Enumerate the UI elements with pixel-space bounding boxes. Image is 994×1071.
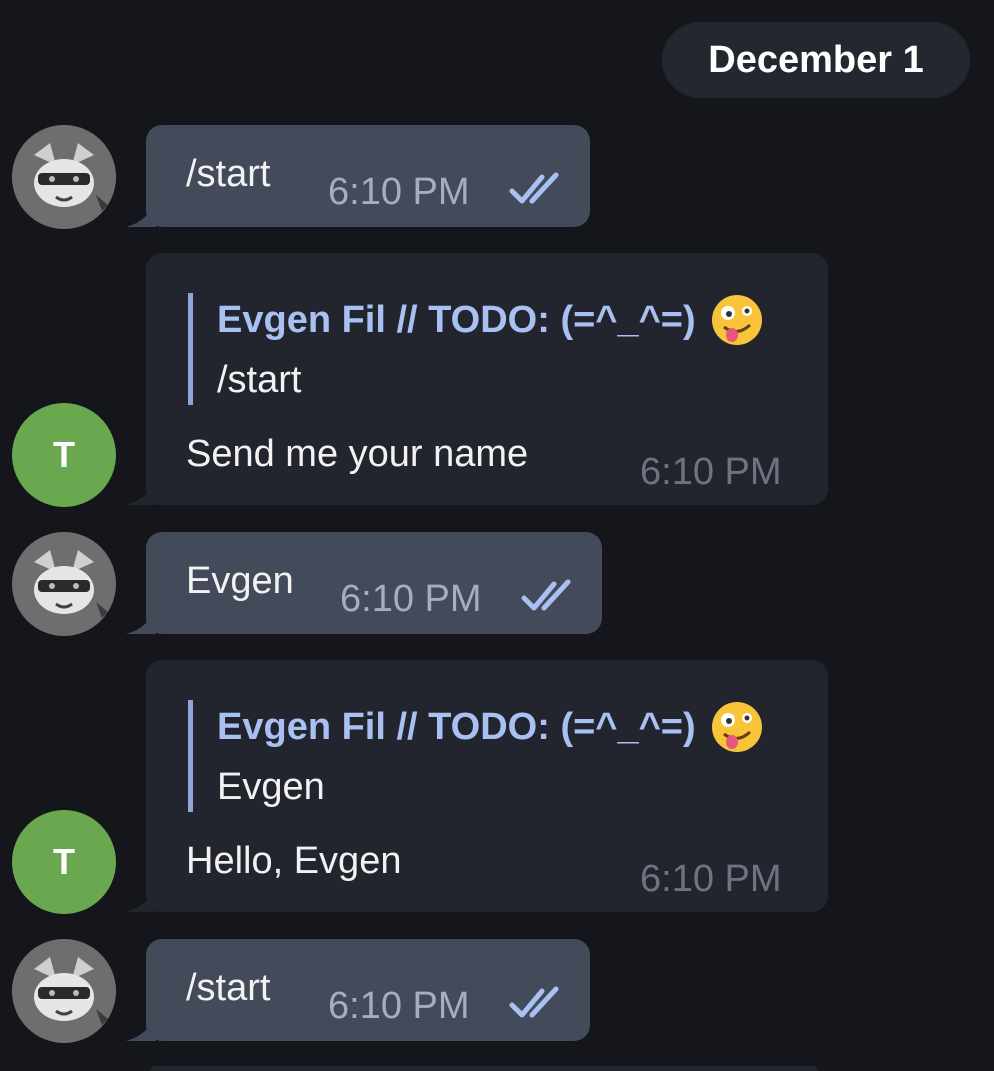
message-text: Evgen (186, 560, 294, 602)
user-avatar[interactable] (12, 939, 116, 1043)
reply-author-name: Evgen Fil // TODO: (=^_^=) (217, 298, 696, 341)
double-check-icon (509, 986, 559, 1018)
reply-author: Evgen Fil // TODO: (=^_^=) (217, 293, 764, 347)
zany-face-emoji (711, 295, 762, 345)
message-bubble[interactable]: /start 6:10 PM (146, 939, 590, 1041)
message-incoming[interactable]: T Evgen Fil // TODO: (=^_^=) /start Send… (0, 253, 994, 507)
reply-text: /start (217, 359, 302, 401)
double-check-icon (521, 579, 571, 611)
reply-quote[interactable]: Evgen Fil // TODO: (=^_^=) /start (188, 293, 764, 405)
message-text: /start (186, 967, 271, 1009)
message-text: Hello, Evgen (186, 840, 402, 882)
message-bubble[interactable]: /start 6:10 PM (146, 125, 590, 227)
message-time: 6:10 PM (640, 858, 782, 900)
message-text: /start (186, 153, 271, 195)
message-bubble[interactable]: Evgen Fil // TODO: (=^_^=) /start Send m… (146, 253, 828, 505)
message-time: 6:10 PM (328, 171, 470, 213)
reply-author: Evgen Fil // TODO: (=^_^=) (217, 700, 764, 754)
user-avatar[interactable] (12, 532, 116, 636)
message-incoming[interactable]: T Evgen Fil // TODO: (=^_^=) Evgen Hello… (0, 660, 994, 914)
message-outgoing[interactable]: /start 6:10 PM (0, 125, 994, 229)
message-bubble[interactable]: Evgen 6:10 PM (146, 532, 602, 634)
message-time: 6:10 PM (640, 451, 782, 493)
next-message-edge (150, 1066, 818, 1071)
message-time: 6:10 PM (328, 985, 470, 1027)
date-label: December 1 (708, 38, 924, 81)
message-time: 6:10 PM (340, 578, 482, 620)
bot-avatar[interactable]: T (12, 810, 116, 914)
user-avatar[interactable] (12, 125, 116, 229)
avatar-letter: T (53, 841, 75, 882)
double-check-icon (509, 172, 559, 204)
message-bubble[interactable]: Evgen Fil // TODO: (=^_^=) Evgen Hello, … (146, 660, 828, 912)
zany-face-emoji (711, 702, 762, 752)
message-text: Send me your name (186, 433, 529, 475)
reply-text: Evgen (217, 766, 325, 808)
message-outgoing[interactable]: Evgen 6:10 PM (0, 532, 994, 636)
reply-quote[interactable]: Evgen Fil // TODO: (=^_^=) Evgen (188, 700, 764, 812)
date-separator: December 1 (662, 22, 970, 98)
avatar-letter: T (53, 434, 75, 475)
reply-author-name: Evgen Fil // TODO: (=^_^=) (217, 705, 696, 748)
message-outgoing[interactable]: /start 6:10 PM (0, 939, 994, 1043)
bot-avatar[interactable]: T (12, 403, 116, 507)
